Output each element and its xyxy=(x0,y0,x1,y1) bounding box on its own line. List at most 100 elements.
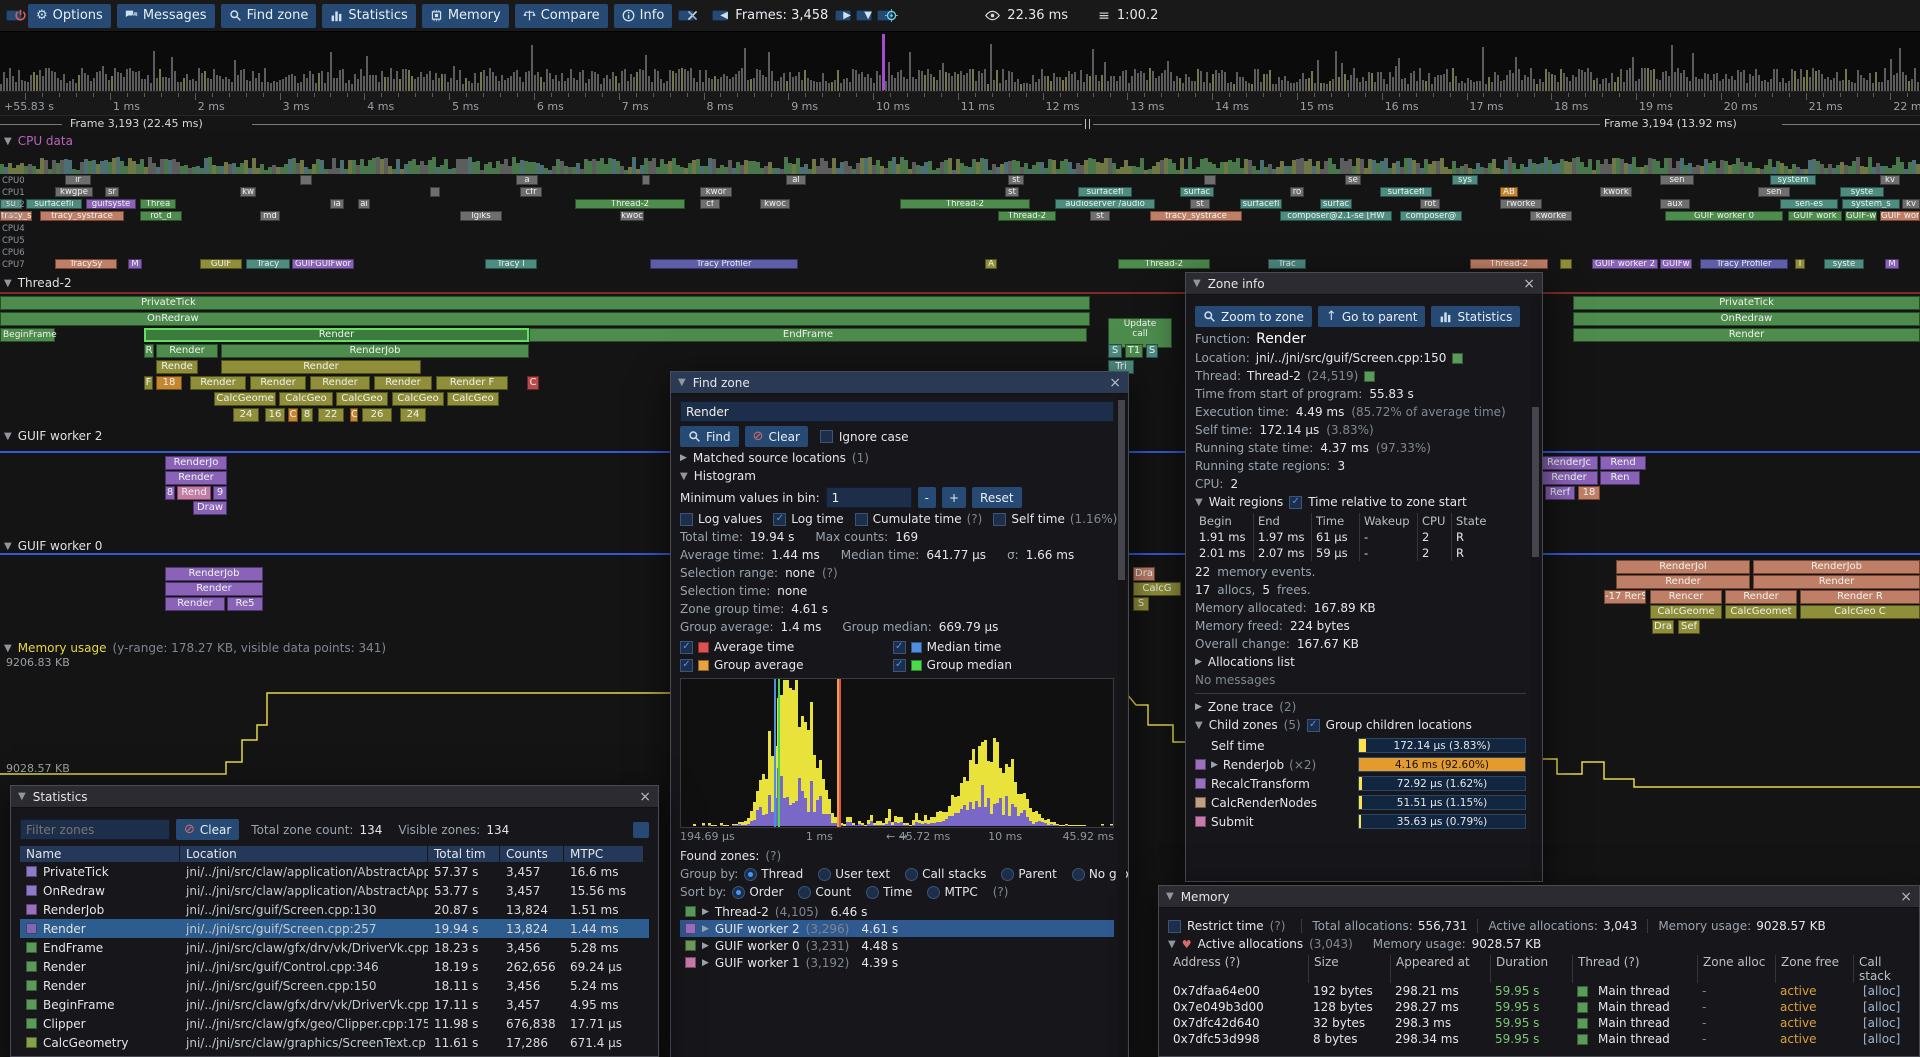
checkbox[interactable]: Self time(1.16%) xyxy=(993,512,1117,526)
guif-worker-0-header[interactable]: ▼ GUIF worker 0 xyxy=(4,539,102,553)
zone-trace-expander[interactable]: ▶Zone trace(2) xyxy=(1195,700,1526,714)
collapse-icon[interactable]: ▼ xyxy=(680,471,688,482)
cpu-zone[interactable]: se xyxy=(1345,175,1361,185)
timeline-zone[interactable]: OnRedraw xyxy=(0,312,1090,326)
find-zone-button[interactable]: Find zone xyxy=(221,4,317,28)
timeline-zone[interactable]: Render xyxy=(144,328,529,342)
timeline-zone[interactable]: RenderJob xyxy=(221,344,529,358)
cpu-zone[interactable]: Thread-2 xyxy=(1118,259,1210,269)
window-titlebar[interactable]: ▼ Memory × xyxy=(1159,886,1919,908)
thread2-header[interactable]: ▼ Thread-2 xyxy=(4,276,72,290)
timeline-zone[interactable]: Render xyxy=(156,344,218,358)
timeline-zone[interactable]: S xyxy=(1133,597,1149,611)
timeline-zone[interactable]: 8 xyxy=(301,408,313,422)
column-header[interactable]: Size xyxy=(1308,955,1390,983)
cpu-zone[interactable]: aux xyxy=(1660,199,1690,209)
tools-button[interactable] xyxy=(678,10,694,21)
timeline-zone[interactable]: Render xyxy=(221,360,421,374)
decrement-button[interactable]: - xyxy=(918,487,936,508)
window-titlebar[interactable]: ▼ Find zone × xyxy=(671,372,1128,394)
cpu-zone[interactable]: GUIF work xyxy=(1788,211,1842,221)
expand-icon[interactable]: ▶ xyxy=(1195,657,1202,667)
table-row[interactable]: 1.91 ms1.97 ms61 μs-2R xyxy=(1195,529,1526,545)
column-header[interactable]: Call stack xyxy=(1853,955,1910,983)
restrict-time-checkbox[interactable] xyxy=(1168,920,1181,933)
checkbox[interactable]: Cumulate time(?) xyxy=(855,512,983,526)
timeline-zone[interactable]: Rend xyxy=(177,486,211,500)
timeline-zone[interactable]: RenderJob xyxy=(165,567,263,581)
timeline-zone[interactable]: Ren xyxy=(1600,471,1640,485)
timeline-zone[interactable]: CalcGeome xyxy=(214,392,276,406)
scrollbar-thumb[interactable] xyxy=(1118,400,1125,580)
cpu-zone[interactable] xyxy=(1204,175,1216,185)
close-icon[interactable]: × xyxy=(1900,890,1912,904)
column-header[interactable]: Location xyxy=(180,846,428,862)
cpu-zone[interactable]: surfacefl xyxy=(1380,187,1432,197)
collapse-icon[interactable]: ▼ xyxy=(1166,891,1174,902)
radio-circle[interactable] xyxy=(1072,868,1085,881)
cpu-zone[interactable]: M xyxy=(128,259,142,269)
table-row[interactable]: CalcGeometryjni/../jni/src/claw/graphics… xyxy=(20,1033,649,1052)
radio-circle[interactable] xyxy=(732,886,745,899)
timeline-zone[interactable]: Dra xyxy=(1133,567,1155,581)
legend-item[interactable]: ✓Group median xyxy=(893,658,1106,672)
timeline-zone[interactable]: Render xyxy=(250,376,306,390)
clear-filter-button[interactable]: ⊘Clear xyxy=(176,819,239,840)
zoom-to-zone-button[interactable]: Zoom to zone xyxy=(1195,306,1312,327)
cpu-zone[interactable]: ro xyxy=(1290,187,1304,197)
cpu-zone[interactable]: Tracy Profiler xyxy=(650,259,798,269)
cpu-zone[interactable]: syste xyxy=(1824,259,1864,269)
timeline-zone[interactable]: 22 xyxy=(318,408,344,422)
radio-circle[interactable] xyxy=(905,868,918,881)
help-icon[interactable]: (?) xyxy=(765,849,781,863)
collapse-icon[interactable]: ▼ xyxy=(4,431,12,442)
cpu-zone[interactable]: Thread-2 xyxy=(575,199,685,209)
cpu-zone[interactable]: AB xyxy=(1500,187,1518,197)
cpu-zone[interactable]: I xyxy=(1795,259,1805,269)
table-row[interactable]: BeginFramejni/../jni/src/claw/gfx/drv/vk… xyxy=(20,995,649,1014)
checkbox-box[interactable]: ✓ xyxy=(680,641,693,654)
ignore-case-checkbox[interactable] xyxy=(820,430,833,443)
timeline-zone[interactable]: Render xyxy=(374,376,432,390)
cpu-zone[interactable]: al xyxy=(786,175,806,185)
cpu-zone[interactable]: Tracy I xyxy=(485,259,537,269)
radio[interactable]: Count xyxy=(798,885,851,899)
checkbox-box[interactable]: ✓ xyxy=(893,641,906,654)
cpu-zone[interactable]: Thread-2 xyxy=(900,199,1030,209)
goto-frame-button[interactable] xyxy=(877,10,893,21)
cpu-zone[interactable]: system_s xyxy=(1842,199,1900,209)
cpu-zone[interactable]: kv xyxy=(1902,199,1920,209)
histogram-expander[interactable]: ▼ Histogram xyxy=(680,469,1114,483)
cpu-zone[interactable]: md xyxy=(260,211,280,221)
cpu-zone[interactable]: surfac xyxy=(1320,199,1352,209)
close-icon[interactable]: × xyxy=(1109,376,1121,390)
timeline-zone[interactable]: S xyxy=(1146,344,1158,358)
relative-time-checkbox[interactable]: ✓ xyxy=(1289,496,1302,509)
timeline-zone[interactable]: T1 xyxy=(1125,344,1143,358)
cpu-zone[interactable]: kwoc xyxy=(760,199,790,209)
timeline-zone[interactable]: Re5 xyxy=(227,597,263,611)
cpu-zone[interactable]: kw xyxy=(240,187,256,197)
cpu-zone[interactable]: GUIFGUIFwor xyxy=(292,259,354,269)
timeline-zone[interactable]: Render R xyxy=(1800,590,1920,604)
collapse-icon[interactable]: ▼ xyxy=(18,791,26,802)
table-row[interactable]: 0x7dfaa64e00192 bytes298.21 ms59.95 sMai… xyxy=(1168,983,1910,999)
window-titlebar[interactable]: ▼ Statistics × xyxy=(11,786,658,808)
checkbox-box[interactable] xyxy=(855,513,868,526)
cpu-zone[interactable]: guifsyste xyxy=(86,199,136,209)
table-row[interactable]: 0x7dfc53d9988 bytes298.34 ms59.95 sMain … xyxy=(1168,1031,1910,1047)
timeline-zone[interactable]: Render xyxy=(190,376,246,390)
cpu-zone[interactable] xyxy=(1560,259,1572,269)
info-button[interactable]: Info xyxy=(614,4,673,28)
timeline-zone[interactable]: S xyxy=(1108,344,1122,358)
cpu-zone[interactable]: rot xyxy=(1420,199,1440,209)
cpu-zone[interactable]: composer@ xyxy=(1400,211,1462,221)
radio[interactable]: MTPC xyxy=(927,885,977,899)
cpu-zone[interactable]: M xyxy=(1885,259,1899,269)
cpu-zone[interactable]: GUIF xyxy=(200,259,242,269)
checkbox-box[interactable]: ✓ xyxy=(893,659,906,672)
cpu-zone[interactable]: kv xyxy=(1880,175,1900,185)
radio[interactable]: Time xyxy=(866,885,912,899)
table-row[interactable]: Renderjni/../jni/src/guif/Control.cpp:34… xyxy=(20,957,649,976)
prev-frame-button[interactable]: ◀ xyxy=(712,10,728,21)
